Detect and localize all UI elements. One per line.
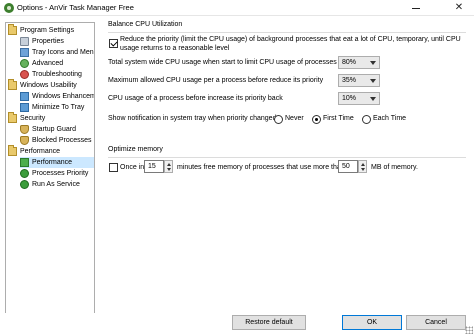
folder-icon xyxy=(8,24,17,35)
folder-icon xyxy=(8,79,17,90)
close-button[interactable]: ✕ xyxy=(446,1,472,15)
resize-grip-icon[interactable] xyxy=(465,326,473,334)
max-cpu-label: Maximum allowed CPU usage per a process … xyxy=(108,77,324,84)
tree-item-label: Performance xyxy=(32,159,73,166)
minimize-button[interactable] xyxy=(406,1,426,15)
balance-cpu-heading: Balance CPU Utilization xyxy=(108,21,183,28)
optimize-memory-heading: Optimize memory xyxy=(108,146,163,153)
back-cpu-select[interactable]: 10% xyxy=(338,92,380,105)
notify-label: Show notification in system tray when pr… xyxy=(108,115,279,122)
tree-item-tray-icons[interactable]: Tray Icons and Menu xyxy=(20,47,94,58)
total-cpu-value: 80% xyxy=(342,59,357,66)
minutes-input[interactable]: 15 xyxy=(144,160,164,173)
tree-item-minimize-to-tray[interactable]: Minimize To Tray xyxy=(20,102,94,113)
folder-icon xyxy=(8,112,17,123)
notify-never-radio[interactable] xyxy=(274,115,283,124)
max-cpu-value: 35% xyxy=(342,77,357,84)
tree-item-startup-guard[interactable]: Startup Guard xyxy=(20,124,94,135)
tree-item-label: Windows Usability xyxy=(20,82,77,89)
mb-stepper[interactable] xyxy=(358,160,367,173)
window-icon xyxy=(20,103,29,112)
properties-icon xyxy=(20,37,29,46)
troubleshooting-icon xyxy=(20,70,29,79)
tree-item-label: Windows Enhancements xyxy=(32,93,94,100)
reduce-priority-label: Reduce the priority (limit the CPU usage… xyxy=(120,36,461,52)
back-cpu-label: CPU usage of a process before increase i… xyxy=(108,95,283,102)
window-icon xyxy=(20,92,29,101)
minutes-stepper[interactable] xyxy=(164,160,173,173)
tree-item-label: Program Settings xyxy=(20,27,75,34)
mb-input[interactable]: 50 xyxy=(338,160,358,173)
tree-item-label: Run As Service xyxy=(32,181,80,188)
notify-first-time-radio[interactable] xyxy=(312,115,321,124)
notify-first-time-label: First Time xyxy=(323,115,354,122)
tree-item-troubleshooting[interactable]: Troubleshooting xyxy=(20,69,94,80)
tree-item-performance-group[interactable]: Performance xyxy=(8,145,94,157)
tree-item-label: Properties xyxy=(32,38,64,45)
tree-item-processes-priority[interactable]: Processes Priority xyxy=(20,168,94,179)
chevron-down-icon xyxy=(370,61,376,65)
window-title: Options - AnVir Task Manager Free xyxy=(17,3,134,12)
once-in-label: Once in xyxy=(120,164,145,171)
shield-icon xyxy=(20,125,29,134)
chevron-down-icon xyxy=(370,97,376,101)
dialog-button-bar: Restore default OK Cancel xyxy=(0,313,474,335)
minutes-label: minutes free memory of processes that us… xyxy=(177,164,345,171)
performance-icon xyxy=(20,158,29,167)
once-in-checkbox[interactable] xyxy=(109,163,118,172)
divider xyxy=(108,32,466,33)
tray-icon xyxy=(20,48,29,57)
cancel-button[interactable]: Cancel xyxy=(406,315,466,330)
total-cpu-select[interactable]: 80% xyxy=(338,56,380,69)
tree-item-windows-usability[interactable]: Windows Usability xyxy=(8,79,94,91)
chevron-down-icon xyxy=(370,79,376,83)
tree-item-label: Tray Icons and Menu xyxy=(32,49,95,56)
advanced-icon xyxy=(20,59,29,68)
tree-item-label: Security xyxy=(20,115,46,122)
total-cpu-label: Total system wide CPU usage when start t… xyxy=(108,59,337,66)
notify-never-label: Never xyxy=(285,115,304,122)
mb-label: MB of memory. xyxy=(371,164,418,171)
back-cpu-value: 10% xyxy=(342,95,357,102)
app-icon xyxy=(4,3,14,13)
arrow-icon xyxy=(20,180,29,189)
notify-each-time-radio[interactable] xyxy=(362,115,371,124)
tree-item-label: Startup Guard xyxy=(32,126,76,133)
tree-item-label: Performance xyxy=(20,148,61,155)
tree-item-properties[interactable]: Properties xyxy=(20,36,94,47)
tree-item-security[interactable]: Security xyxy=(8,112,94,124)
max-cpu-select[interactable]: 35% xyxy=(338,74,380,87)
shield-icon xyxy=(20,136,29,145)
restore-default-button[interactable]: Restore default xyxy=(232,315,306,330)
tree-item-label: Troubleshooting xyxy=(32,71,82,78)
tree-item-label: Minimize To Tray xyxy=(32,104,85,111)
ok-button[interactable]: OK xyxy=(342,315,402,330)
arrow-icon xyxy=(20,169,29,178)
reduce-priority-checkbox[interactable] xyxy=(109,39,118,48)
tree-item-label: Advanced xyxy=(32,60,64,67)
tree-item-blocked-processes[interactable]: Blocked Processes xyxy=(20,135,94,146)
tree-item-label: Processes Priority xyxy=(32,170,89,177)
tree-item-performance[interactable]: Performance xyxy=(20,157,94,168)
notify-each-time-label: Each Time xyxy=(373,115,407,122)
folder-icon xyxy=(8,145,17,156)
tree-item-run-as-service[interactable]: Run As Service xyxy=(20,179,94,190)
tree-item-label: Blocked Processes xyxy=(32,137,92,144)
performance-panel: Balance CPU Utilization Reduce the prior… xyxy=(98,16,474,313)
divider xyxy=(108,157,466,158)
tree-item-advanced[interactable]: Advanced xyxy=(20,58,94,69)
tree-item-windows-enhancements[interactable]: Windows Enhancements xyxy=(20,91,94,102)
tree-item-program-settings[interactable]: Program Settings xyxy=(8,24,94,36)
options-tree[interactable]: Program Settings Properties Tray Icons a… xyxy=(5,22,95,322)
title-bar[interactable]: Options - AnVir Task Manager Free ✕ xyxy=(0,0,474,16)
